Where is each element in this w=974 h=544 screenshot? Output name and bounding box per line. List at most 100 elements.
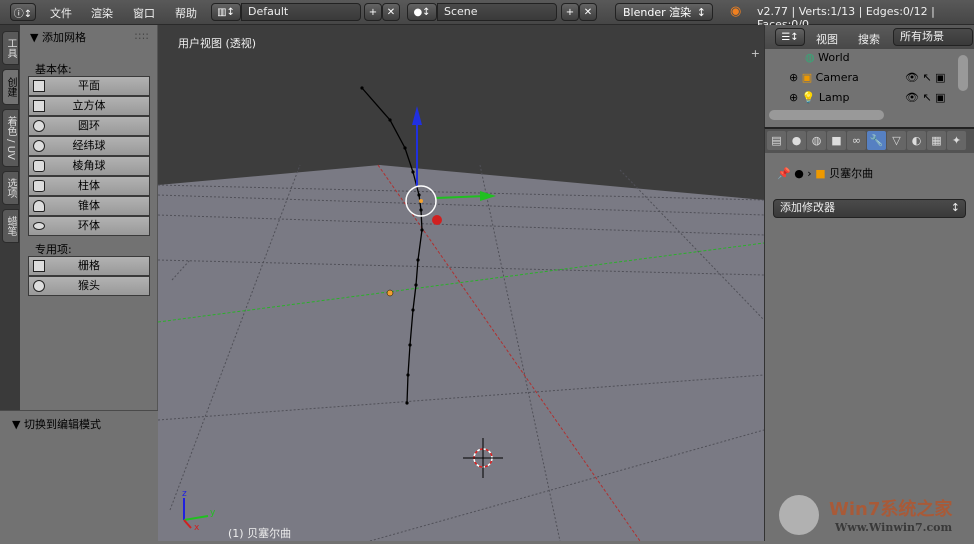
- drag-handle-icon[interactable]: ::::: [134, 29, 149, 42]
- tab-texture[interactable]: ▦: [927, 131, 946, 150]
- add-circle-button[interactable]: 圆环: [28, 116, 150, 136]
- tool-shelf: ▼ 添加网格 :::: 基本体: 平面 立方体 圆环 经纬球 棱角球 柱体 锥体…: [20, 25, 158, 410]
- updown-icon: ↕: [950, 201, 960, 214]
- curve-point: [403, 146, 407, 150]
- axis-x-label: x: [194, 523, 200, 533]
- display-mode-dropdown[interactable]: 所有场景: [893, 28, 973, 46]
- outliner-icon: ☰↕: [781, 31, 799, 43]
- viewport-canvas[interactable]: z y x: [157, 25, 765, 542]
- horizontal-scrollbar[interactable]: [769, 110, 884, 120]
- watermark-logo: Win7系统之家 Www.Winwin7.com: [779, 491, 969, 539]
- lamp-icon: 💡: [801, 91, 816, 104]
- delete-layout-button[interactable]: ✕: [382, 3, 400, 21]
- add-modifier-dropdown[interactable]: 添加修改器 ↕: [773, 199, 966, 218]
- object-name: 贝塞尔曲: [829, 167, 874, 180]
- layout-name-field[interactable]: Default: [241, 3, 361, 21]
- scene-selector[interactable]: ●↕: [407, 3, 437, 21]
- scene-name-field[interactable]: Scene: [437, 3, 557, 21]
- tab-options[interactable]: 选项: [2, 171, 19, 205]
- 3d-viewport[interactable]: z y x 用户视图 (透视) (1) 贝塞尔曲 +: [157, 25, 765, 542]
- properties-tabs: ▤ ● ◍ ■ ∞ 🔧 ▽ ◐ ▦ ✦: [765, 129, 974, 153]
- cone-icon: [33, 200, 45, 212]
- menu-file[interactable]: 文件: [50, 5, 72, 21]
- pin-icon[interactable]: 📌: [777, 167, 791, 180]
- curve-point: [411, 170, 415, 174]
- basic-label: 基本体:: [35, 63, 72, 76]
- outliner-view-menu[interactable]: 视图: [816, 31, 838, 47]
- add-cube-button[interactable]: 立方体: [28, 96, 150, 116]
- tab-object[interactable]: ■: [827, 131, 846, 150]
- monkey-icon: [33, 280, 45, 292]
- delete-scene-button[interactable]: ✕: [579, 3, 597, 21]
- menu-render[interactable]: 渲染: [91, 5, 113, 21]
- blender-logo-icon: ◉: [730, 4, 742, 19]
- tab-constraints[interactable]: ∞: [847, 131, 866, 150]
- layout-selector[interactable]: ▥↕: [211, 3, 241, 21]
- tab-material[interactable]: ◐: [907, 131, 926, 150]
- tab-create[interactable]: 创建: [2, 69, 19, 105]
- updown-icon: ↕: [696, 5, 706, 19]
- curve-point: [411, 308, 415, 312]
- tab-tools[interactable]: 工具: [2, 31, 19, 65]
- visibility-icons[interactable]: 👁 ↖ ▣: [905, 91, 946, 104]
- view-title: 用户视图 (透视): [178, 37, 257, 50]
- add-cone-button[interactable]: 锥体: [28, 196, 150, 216]
- add-layout-button[interactable]: +: [364, 3, 382, 21]
- tab-grease-pencil[interactable]: 蜡笔: [2, 209, 19, 243]
- object-icon: ■: [815, 167, 826, 180]
- add-uv-sphere-button[interactable]: 经纬球: [28, 136, 150, 156]
- render-engine-dropdown[interactable]: Blender 渲染 ↕: [615, 3, 713, 21]
- tab-scene[interactable]: ●: [787, 131, 806, 150]
- outliner-search-menu[interactable]: 搜索: [858, 31, 880, 47]
- curve-point: [405, 401, 409, 405]
- add-ico-sphere-button[interactable]: 棱角球: [28, 156, 150, 176]
- panel-title-add-mesh[interactable]: ▼ 添加网格: [30, 29, 86, 45]
- add-scene-button[interactable]: +: [561, 3, 579, 21]
- tab-data[interactable]: ▽: [887, 131, 906, 150]
- outliner-type-button[interactable]: ☰↕: [775, 28, 805, 46]
- tab-modifiers[interactable]: 🔧: [867, 131, 886, 150]
- tab-shading-uv[interactable]: 着色 / UV: [2, 109, 19, 167]
- x-arrow-head: [432, 215, 442, 225]
- uv-sphere-icon: [33, 140, 45, 152]
- top-header: ⓘ↕ 文件 渲染 窗口 帮助 ▥↕ Default + ✕ ●↕ Scene +…: [0, 0, 974, 31]
- curve-point: [417, 193, 421, 197]
- context-path: 📌 ● › ■ 贝塞尔曲: [777, 167, 874, 180]
- outliner-item-camera[interactable]: ⊕ ▣ Camera 👁 ↖ ▣: [765, 71, 957, 91]
- add-monkey-button[interactable]: 猴头: [28, 276, 150, 296]
- axis-z-label: z: [182, 489, 187, 499]
- vertical-scrollbar[interactable]: [958, 55, 968, 91]
- tab-particles[interactable]: ✦: [947, 131, 966, 150]
- properties-editor: ▤ ● ◍ ■ ∞ 🔧 ▽ ◐ ▦ ✦ 📌 ● › ■ 贝塞尔曲 添加修改器 ↕ Win7系统之家 …: [764, 127, 974, 541]
- render-engine-label: Blender 渲染: [623, 6, 692, 19]
- circle-icon: [33, 120, 45, 132]
- operator-title[interactable]: ▼ 切换到编辑模式: [12, 416, 101, 432]
- menu-window[interactable]: 窗口: [133, 5, 155, 21]
- editor-type-info-button[interactable]: ⓘ↕: [10, 3, 36, 21]
- world-icon: ◍: [805, 51, 815, 64]
- object-data-icon: ●: [794, 167, 804, 180]
- active-object-label: (1) 贝塞尔曲: [228, 527, 292, 540]
- menu-help[interactable]: 帮助: [175, 5, 197, 21]
- add-cylinder-button[interactable]: 柱体: [28, 176, 150, 196]
- operator-panel: ▼ 切换到编辑模式: [0, 410, 158, 541]
- tab-world[interactable]: ◍: [807, 131, 826, 150]
- curve-point: [416, 258, 420, 262]
- properties-toggle-icon[interactable]: +: [751, 47, 760, 60]
- layout-icon: ▥↕: [217, 6, 235, 18]
- curve-point: [419, 208, 423, 212]
- add-torus-button[interactable]: 环体: [28, 216, 150, 236]
- outliner: ☰↕ 视图 搜索 所有场景 ◍ World ⊕ ▣ Camera 👁 ↖ ▣ ⊕ …: [764, 25, 974, 127]
- curve-point: [420, 228, 424, 232]
- curve-point: [388, 118, 392, 122]
- curve-point: [414, 283, 418, 287]
- outliner-item-world[interactable]: ◍ World: [765, 51, 957, 71]
- tab-render[interactable]: ▤: [767, 131, 786, 150]
- info-icon: ⓘ↕: [13, 8, 33, 20]
- add-plane-button[interactable]: 平面: [28, 76, 150, 96]
- visibility-icons[interactable]: 👁 ↖ ▣: [905, 71, 946, 84]
- outliner-item-lamp[interactable]: ⊕ 💡 Lamp 👁 ↖ ▣: [765, 91, 957, 111]
- curve-point: [360, 86, 364, 90]
- special-label: 专用项:: [35, 243, 72, 256]
- add-grid-button[interactable]: 栅格: [28, 256, 150, 276]
